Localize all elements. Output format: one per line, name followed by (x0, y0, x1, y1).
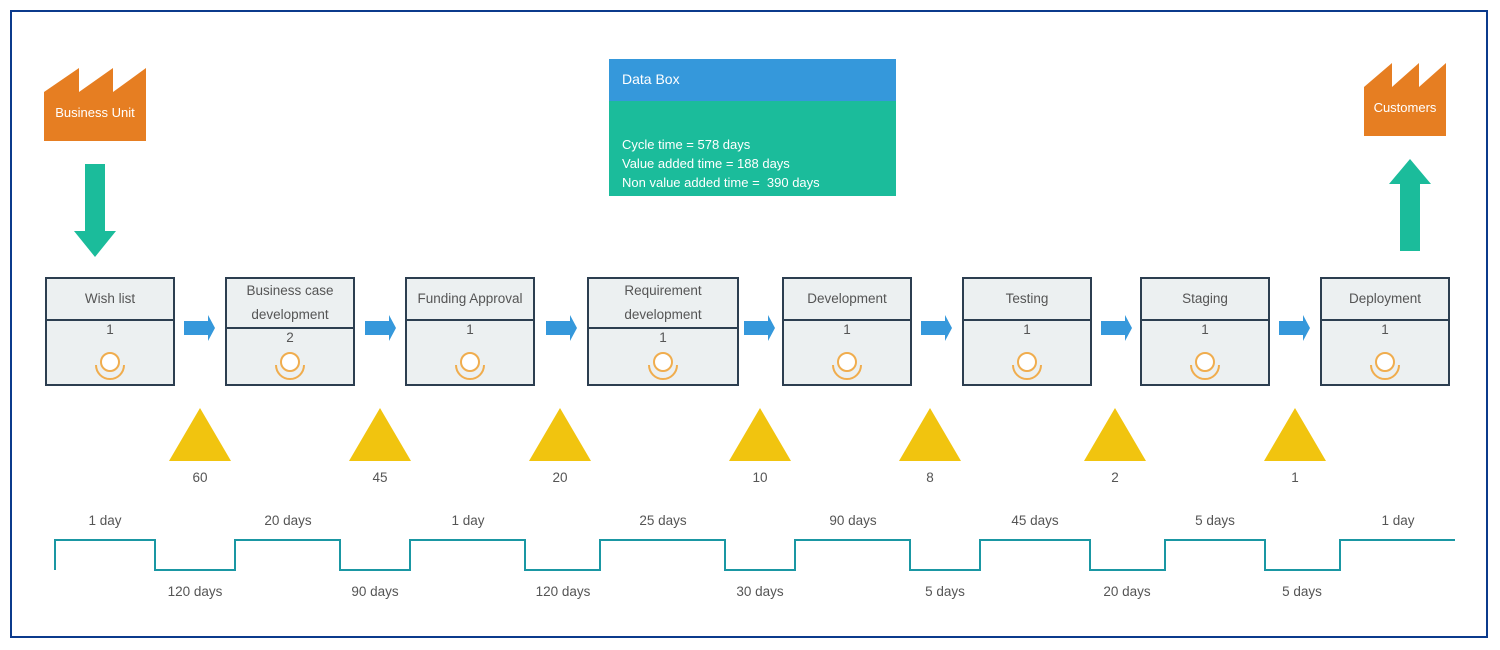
wait-time-label: 30 days (736, 584, 784, 599)
timeline-line (54, 539, 1455, 571)
value-added-time-label: 5 days (1195, 513, 1235, 528)
value-added-time-label: 90 days (829, 513, 877, 528)
wait-time-label: 120 days (167, 584, 223, 599)
timeline-ladder (54, 539, 1455, 571)
value-added-time-label: 1 day (451, 513, 485, 528)
wait-time-label: 90 days (351, 584, 399, 599)
wait-time-label: 5 days (1282, 584, 1322, 599)
value-added-time-label: 1 day (88, 513, 122, 528)
wait-time-label: 5 days (925, 584, 965, 599)
value-added-time-label: 20 days (264, 513, 312, 528)
value-added-time-label: 25 days (639, 513, 687, 528)
wait-time-label: 120 days (535, 584, 591, 599)
wait-time-label: 20 days (1103, 584, 1151, 599)
value-added-time-label: 1 day (1381, 513, 1415, 528)
value-added-time-label: 45 days (1011, 513, 1059, 528)
